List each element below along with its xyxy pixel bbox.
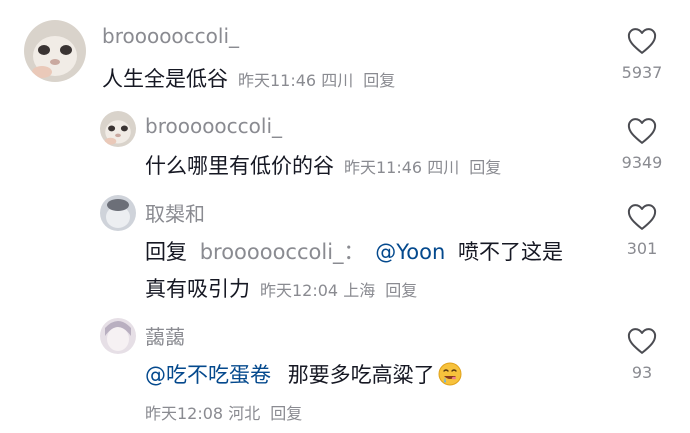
- heart-icon: [627, 328, 657, 354]
- comment-text: 喷不了这是: [457, 240, 563, 264]
- like-count: 301: [626, 239, 658, 258]
- comment-meta: 昨天11:46 四川 回复: [344, 158, 501, 177]
- reply-prefix: 回复: [145, 240, 187, 264]
- user-avatar-image: [100, 318, 136, 354]
- reply-button[interactable]: 回复: [363, 71, 395, 90]
- comment-meta: 昨天12:08 河北 回复: [145, 400, 302, 424]
- comment-text-line: @吃不吃蛋卷 那要多吃高粱了: [145, 359, 462, 389]
- heart-icon: [627, 28, 657, 54]
- reply-button[interactable]: 回复: [270, 404, 302, 423]
- user-avatar-image: [100, 195, 136, 231]
- timestamp: 昨天11:46: [344, 158, 423, 177]
- comment-text: 真有吸引力: [145, 277, 250, 301]
- like-button[interactable]: 9349: [614, 117, 670, 172]
- username[interactable]: broooooccoli_: [145, 114, 282, 138]
- comment-meta: 昨天12:04 上海 回复: [260, 281, 417, 300]
- avatar[interactable]: [100, 318, 136, 354]
- comment-meta: 昨天11:46 四川 回复: [238, 71, 395, 90]
- cat-avatar-image: [100, 111, 136, 147]
- timestamp: 昨天12:08: [145, 404, 224, 423]
- comment-text-line: 真有吸引力 昨天12:04 上海 回复: [145, 273, 417, 303]
- reply-separator: ：: [343, 240, 365, 264]
- reply-to-username[interactable]: broooooccoli_: [200, 240, 344, 264]
- avatar[interactable]: [24, 20, 86, 82]
- heart-icon: [627, 118, 657, 144]
- like-count: 93: [631, 363, 653, 382]
- like-count: 9349: [621, 153, 663, 172]
- timestamp: 昨天11:46: [238, 71, 317, 90]
- username[interactable]: broooooccoli_: [102, 24, 239, 48]
- reply-button[interactable]: 回复: [385, 281, 417, 300]
- reply-button[interactable]: 回复: [469, 158, 501, 177]
- heart-icon: [627, 204, 657, 230]
- comment-text-line: 人生全是低谷 昨天11:46 四川 回复: [102, 63, 395, 93]
- location: 四川: [427, 158, 460, 177]
- cat-avatar-image: [24, 20, 86, 82]
- like-button[interactable]: 301: [614, 203, 670, 258]
- avatar[interactable]: [100, 111, 136, 147]
- location: 上海: [343, 281, 376, 300]
- like-button[interactable]: 5937: [614, 27, 670, 82]
- comment-text: 那要多吃高粱了: [287, 363, 435, 387]
- comment-text: 什么哪里有低价的谷: [145, 154, 334, 178]
- comment-text-line: 回复 broooooccoli_： @Yoon 喷不了这是: [145, 236, 563, 266]
- drooling-face-emoji-icon: [438, 362, 462, 386]
- like-button[interactable]: 93: [614, 327, 670, 382]
- location: 河北: [228, 404, 261, 423]
- mention-link[interactable]: @Yoon: [375, 240, 445, 264]
- username[interactable]: 藹藹: [145, 321, 185, 350]
- location: 四川: [321, 71, 354, 90]
- comment-text-line: 什么哪里有低价的谷 昨天11:46 四川 回复: [145, 150, 501, 180]
- like-count: 5937: [621, 63, 663, 82]
- comment-text: 人生全是低谷: [102, 67, 228, 91]
- timestamp: 昨天12:04: [260, 281, 339, 300]
- username[interactable]: 取槼和: [145, 198, 205, 227]
- avatar[interactable]: [100, 195, 136, 231]
- mention-link[interactable]: @吃不吃蛋卷: [145, 363, 271, 387]
